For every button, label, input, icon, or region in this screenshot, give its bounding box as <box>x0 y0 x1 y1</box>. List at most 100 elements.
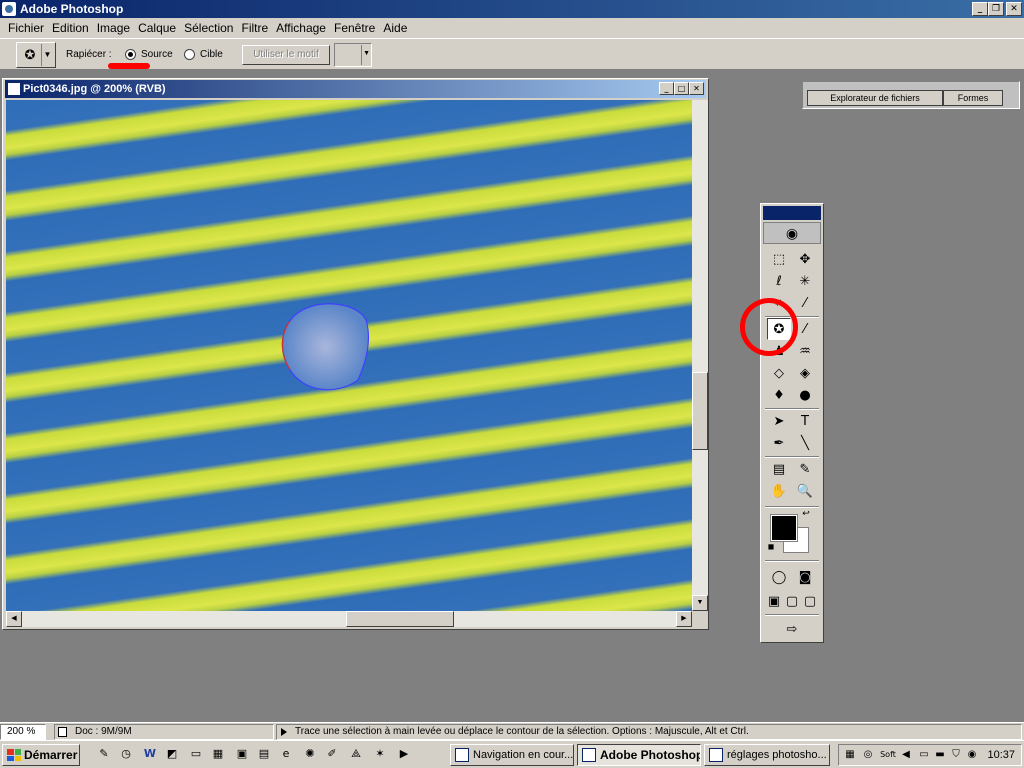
target-label[interactable]: Cible <box>200 49 223 60</box>
clock[interactable]: 10:37 <box>987 749 1015 761</box>
quicklaunch-app-icon[interactable]: ▣ <box>234 746 250 762</box>
image-canvas[interactable] <box>6 100 692 611</box>
notes-icon[interactable]: ▤ <box>767 458 791 480</box>
tray-alert-icon[interactable]: ◉ <box>965 748 979 762</box>
quicklaunch-clock-icon[interactable]: ◷ <box>118 746 134 762</box>
zoom-icon[interactable]: 🔍 <box>793 480 817 502</box>
vertical-scroll-thumb[interactable] <box>692 372 708 450</box>
horizontal-scroll-thumb[interactable] <box>346 611 454 627</box>
standard-mode-icon[interactable]: ◯ <box>767 566 791 588</box>
menu-affichage[interactable]: Affichage <box>272 21 330 35</box>
task-word-document[interactable]: réglages photosho... <box>704 744 830 766</box>
app-titlebar: Adobe Photoshop _ ❐ ✕ <box>0 0 1024 18</box>
tray-monitor-icon[interactable]: ▭ <box>917 748 931 762</box>
play-arrow-icon[interactable] <box>281 728 287 736</box>
tray-soft-icon[interactable]: Soft <box>879 748 897 762</box>
tray-volume-icon[interactable]: ◀ <box>899 748 913 762</box>
source-label[interactable]: Source <box>141 49 173 60</box>
quicklaunch-sun-icon[interactable]: ✺ <box>302 746 318 762</box>
menu-selection[interactable]: Sélection <box>180 21 237 35</box>
quicklaunch-ie-icon[interactable]: e <box>278 746 294 762</box>
menu-fenetre[interactable]: Fenêtre <box>330 21 379 35</box>
doc-maximize-button[interactable]: □ <box>674 82 689 95</box>
pattern-picker[interactable]: ▼ <box>334 43 372 67</box>
menu-calque[interactable]: Calque <box>134 21 180 35</box>
scroll-left-arrow[interactable]: ◀ <box>6 611 22 627</box>
move-icon[interactable]: ✥ <box>793 248 817 270</box>
quicklaunch-word-icon[interactable]: W <box>142 746 158 762</box>
options-bar: ✪ ▼ Rapiécer : Source Cible Utiliser le … <box>0 38 1024 109</box>
shapes-tab[interactable]: Formes <box>943 90 1003 106</box>
jump-to-imageready-icon[interactable]: ⇨ <box>767 618 817 640</box>
doc-minimize-button[interactable]: _ <box>659 82 674 95</box>
minimize-button[interactable]: _ <box>972 2 988 16</box>
quicklaunch-brush-icon[interactable]: ✐ <box>324 746 340 762</box>
menu-aide[interactable]: Aide <box>379 21 411 35</box>
file-browser-tab[interactable]: Explorateur de fichiers <box>807 90 943 106</box>
lasso-icon[interactable]: ℓ <box>767 270 791 292</box>
vertical-scrollbar[interactable]: ▼ <box>692 100 708 611</box>
pen-icon[interactable]: ✒ <box>767 432 791 454</box>
eraser-icon[interactable]: ◇ <box>767 362 791 384</box>
toolbox-titlebar[interactable] <box>763 206 821 220</box>
marquee-icon[interactable]: ⬚ <box>767 248 791 270</box>
menu-filtre[interactable]: Filtre <box>237 21 272 35</box>
screen-mode-full-icon[interactable]: ▢ <box>801 590 819 612</box>
scroll-right-arrow[interactable]: ▶ <box>676 611 692 627</box>
dodge-icon[interactable]: ● <box>793 384 817 406</box>
quicklaunch-media-icon[interactable]: ▶ <box>396 746 412 762</box>
quicklaunch-star-icon[interactable]: ✶ <box>372 746 388 762</box>
tool-preset-picker[interactable]: ✪ ▼ <box>16 42 56 68</box>
quicklaunch-calc-icon[interactable]: ▤ <box>256 746 272 762</box>
zoom-field[interactable]: 200 % <box>0 724 46 740</box>
document-info[interactable]: Doc : 9M/9M <box>54 724 274 740</box>
bucket-icon[interactable]: ◈ <box>793 362 817 384</box>
document-titlebar[interactable]: Pict0346.jpg @ 200% (RVB) _ □ ✕ <box>5 80 706 98</box>
restore-button[interactable]: ❐ <box>988 2 1004 16</box>
quicklaunch-acrobat-icon[interactable]: ⟁ <box>348 746 364 762</box>
screen-mode-full-menu-icon[interactable]: ▢ <box>783 590 801 612</box>
screen-mode-standard-icon[interactable]: ▣ <box>765 590 783 612</box>
menu-fichier[interactable]: Fichier <box>4 21 48 35</box>
blur-icon[interactable]: ♦ <box>767 384 791 406</box>
quicklaunch-disk-icon[interactable]: ▭ <box>188 746 204 762</box>
source-radio[interactable] <box>125 49 136 60</box>
patch-selection <box>281 303 370 391</box>
default-colors-icon[interactable]: ◼ <box>765 540 777 552</box>
foreground-color-swatch[interactable] <box>770 514 798 542</box>
type-icon[interactable]: T <box>793 410 817 432</box>
tray-network-icon[interactable]: ▦ <box>843 748 857 762</box>
document-icon <box>8 83 20 95</box>
line-icon[interactable]: ╲ <box>793 432 817 454</box>
photoshop-eye-icon[interactable]: ◉ <box>763 222 821 244</box>
horizontal-scrollbar[interactable]: ◀ ▶ <box>6 611 692 627</box>
taskbar: Démarrer ✎ ◷ W ◩ ▭ ▦ ▣ ▤ e ✺ ✐ ⟁ ✶ ▶ Nav… <box>0 740 1024 768</box>
use-pattern-button[interactable]: Utiliser le motif <box>242 45 330 65</box>
history-brush-icon[interactable]: ♒ <box>793 340 817 362</box>
task-navigation[interactable]: Navigation en cour... <box>450 744 574 766</box>
target-radio[interactable] <box>184 49 195 60</box>
slice-icon[interactable]: ⁄ <box>793 292 817 314</box>
start-button[interactable]: Démarrer <box>2 744 80 766</box>
patch-icon: ✪ <box>24 47 36 62</box>
photoshop-icon <box>2 2 16 16</box>
doc-close-button[interactable]: ✕ <box>689 82 704 95</box>
path-select-icon[interactable]: ➤ <box>767 410 791 432</box>
menu-edition[interactable]: Edition <box>48 21 93 35</box>
scroll-down-arrow[interactable]: ▼ <box>692 595 708 611</box>
menu-image[interactable]: Image <box>93 21 134 35</box>
tray-card-icon[interactable]: ▬ <box>933 748 947 762</box>
swap-colors-icon[interactable]: ↩ <box>799 508 813 520</box>
quicklaunch-folder-icon[interactable]: ◩ <box>164 746 180 762</box>
quicklaunch-excel-icon[interactable]: ▦ <box>210 746 226 762</box>
app-title: Adobe Photoshop <box>20 2 124 16</box>
hand-icon[interactable]: ✋ <box>767 480 791 502</box>
tray-antivirus-icon[interactable]: ◎ <box>861 748 875 762</box>
close-button[interactable]: ✕ <box>1006 2 1022 16</box>
quickmask-mode-icon[interactable]: ◙ <box>793 566 817 588</box>
eyedropper-icon[interactable]: ✎ <box>793 458 817 480</box>
tray-shield-icon[interactable]: ⛉ <box>949 748 963 762</box>
magic-wand-icon[interactable]: ✳ <box>793 270 817 292</box>
task-photoshop[interactable]: Adobe Photoshop <box>577 744 701 766</box>
quicklaunch-pencil-icon[interactable]: ✎ <box>96 746 112 762</box>
